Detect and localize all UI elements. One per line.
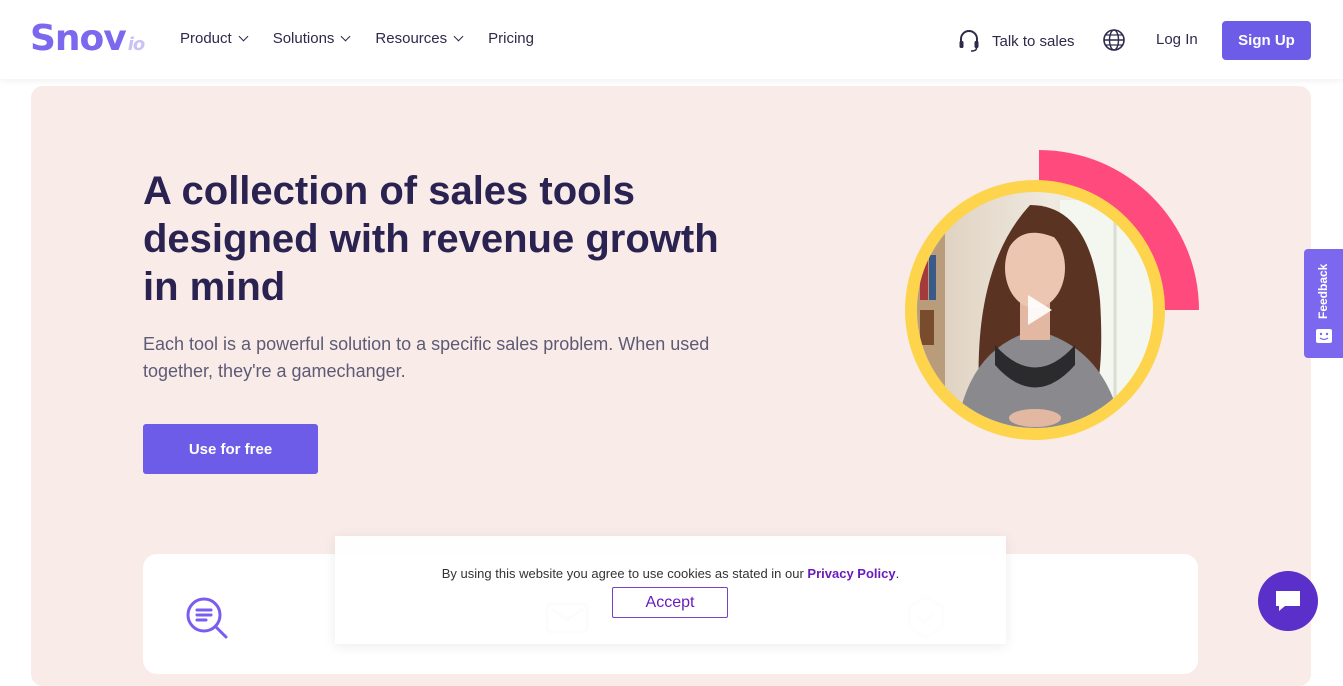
chevron-down-icon xyxy=(238,31,249,42)
nav-pricing-label: Pricing xyxy=(488,30,534,47)
logo-suffix-text: io xyxy=(127,34,146,55)
nav-resources[interactable]: Resources xyxy=(375,30,464,47)
headset-icon xyxy=(959,30,979,52)
accept-cookies-button[interactable]: Accept xyxy=(612,587,728,618)
nav-product-label: Product xyxy=(180,30,232,47)
hero-subtitle: Each tool is a powerful solution to a sp… xyxy=(143,334,710,381)
cookie-banner: By using this website you agree to use c… xyxy=(335,536,1006,644)
video-thumbnail xyxy=(905,150,1199,440)
cookie-suffix: . xyxy=(895,566,900,581)
nav-pricing[interactable]: Pricing xyxy=(488,30,534,47)
main-nav: Product Solutions Resources Pricing xyxy=(180,30,560,47)
nav-solutions-label: Solutions xyxy=(272,30,335,47)
nav-solutions[interactable]: Solutions xyxy=(272,30,351,47)
hero-video[interactable] xyxy=(900,150,1200,450)
login-link[interactable]: Log In xyxy=(1156,31,1198,48)
cookie-message: By using this website you agree to use c… xyxy=(441,566,808,581)
search-list-icon xyxy=(186,597,228,639)
site-header: Snov io Product Solutions Resources Prici… xyxy=(0,0,1343,79)
chevron-down-icon xyxy=(340,31,351,42)
chat-icon xyxy=(1276,591,1300,611)
nav-product[interactable]: Product xyxy=(180,30,249,47)
snovio-logo[interactable]: Snov io xyxy=(30,18,146,59)
hero-headline: A collection of sales tools designed wit… xyxy=(143,169,719,309)
talk-to-sales-link[interactable]: Talk to sales xyxy=(958,29,1075,53)
use-for-free-button[interactable]: Use for free xyxy=(143,424,318,474)
feedback-tab[interactable]: Feedback xyxy=(1304,249,1343,358)
globe-icon[interactable] xyxy=(1102,28,1126,52)
privacy-policy-link[interactable]: Privacy Policy xyxy=(807,566,895,581)
logo-main-text: Snov xyxy=(30,18,127,59)
feedback-label: Feedback xyxy=(1316,263,1330,319)
feedback-face-icon xyxy=(1316,329,1332,343)
chat-widget-button[interactable] xyxy=(1258,571,1318,631)
nav-resources-label: Resources xyxy=(375,30,448,47)
cookie-text: By using this website you agree to use c… xyxy=(335,566,1006,581)
talk-to-sales-label: Talk to sales xyxy=(992,32,1075,50)
signup-button[interactable]: Sign Up xyxy=(1222,21,1311,60)
chevron-down-icon xyxy=(453,31,464,42)
